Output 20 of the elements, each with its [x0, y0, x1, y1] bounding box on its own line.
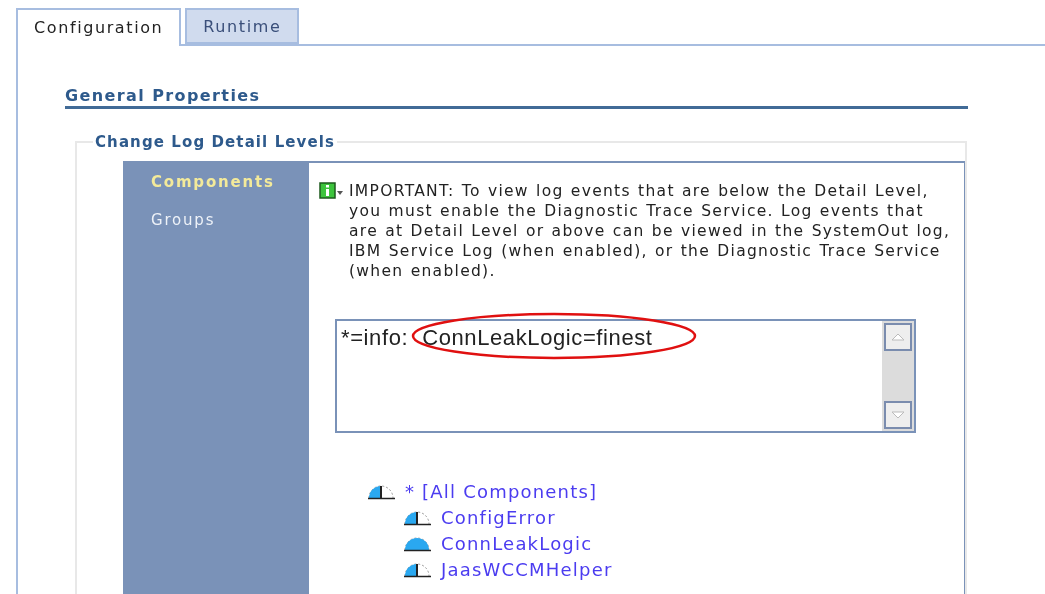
- scroll-down-icon[interactable]: [891, 411, 905, 419]
- info-icon: [319, 182, 345, 200]
- level-gauge-icon: [403, 510, 433, 526]
- component-link[interactable]: ConfigError: [441, 507, 556, 529]
- spec-text: ConnLeakLogic=finest: [422, 325, 653, 351]
- section-title: General Properties: [65, 86, 968, 109]
- scrollbar[interactable]: [882, 321, 914, 431]
- fieldset-legend: Change Log Detail Levels: [93, 133, 338, 151]
- scroll-up-icon[interactable]: [891, 333, 905, 341]
- tab[interactable]: Runtime: [185, 8, 300, 44]
- notice-text: IMPORTANT: To view log events that are below the Detail Level, you must enable the Diagnostic Trace Service. Log events that are at Detail Level or above can be viewed in the SystemOut log, IBM Service Log (when enabled), or the Diagnostic Trace Service (when enabled).: [349, 181, 952, 281]
- level-gauge-icon: [403, 536, 433, 552]
- level-gauge-icon: [403, 562, 433, 578]
- tab[interactable]: Configuration: [16, 8, 182, 46]
- spec-text: *=info:: [341, 325, 409, 351]
- level-gauge-icon: [367, 484, 397, 500]
- component-link[interactable]: * [All Components]: [405, 481, 598, 503]
- component-link[interactable]: JaasWCCMHelper: [441, 559, 613, 581]
- component-link[interactable]: ConnLeakLogic: [441, 533, 593, 555]
- spec-textarea[interactable]: *=info: ConnLeakLogic=finest: [335, 319, 916, 433]
